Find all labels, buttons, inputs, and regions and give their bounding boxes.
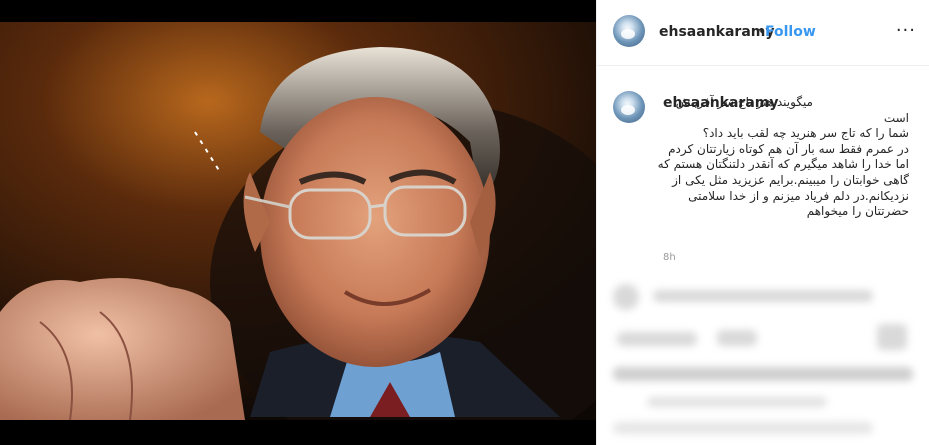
post-details-panel: ehsaankaramy • Follow ··· ehsaankaramy م…	[596, 0, 929, 445]
blurred-line	[717, 330, 757, 346]
blurred-line	[647, 397, 827, 407]
blurred-comments-area	[597, 272, 929, 445]
avatar[interactable]	[613, 15, 645, 47]
more-options-icon[interactable]: ···	[896, 20, 916, 41]
blurred-line	[613, 367, 913, 381]
caption-avatar[interactable]	[613, 91, 645, 123]
blurred-line	[653, 290, 873, 302]
portrait-image	[0, 22, 596, 420]
blurred-icon	[877, 324, 907, 350]
caption-text: میگویند هنر تاج سر آفرینش است شما را که …	[651, 95, 909, 220]
blurred-line	[613, 422, 873, 434]
blurred-avatar	[613, 284, 639, 310]
post-timestamp[interactable]: 8h	[663, 252, 676, 263]
follow-button[interactable]: Follow	[765, 24, 816, 40]
blurred-line	[617, 332, 697, 346]
caption-body: میگویند هنر تاج سر آفرینش است شما را که …	[657, 95, 909, 219]
post-media-panel	[0, 0, 596, 445]
post-header: ehsaankaramy • Follow ···	[597, 0, 929, 66]
post-photo[interactable]	[0, 22, 596, 420]
